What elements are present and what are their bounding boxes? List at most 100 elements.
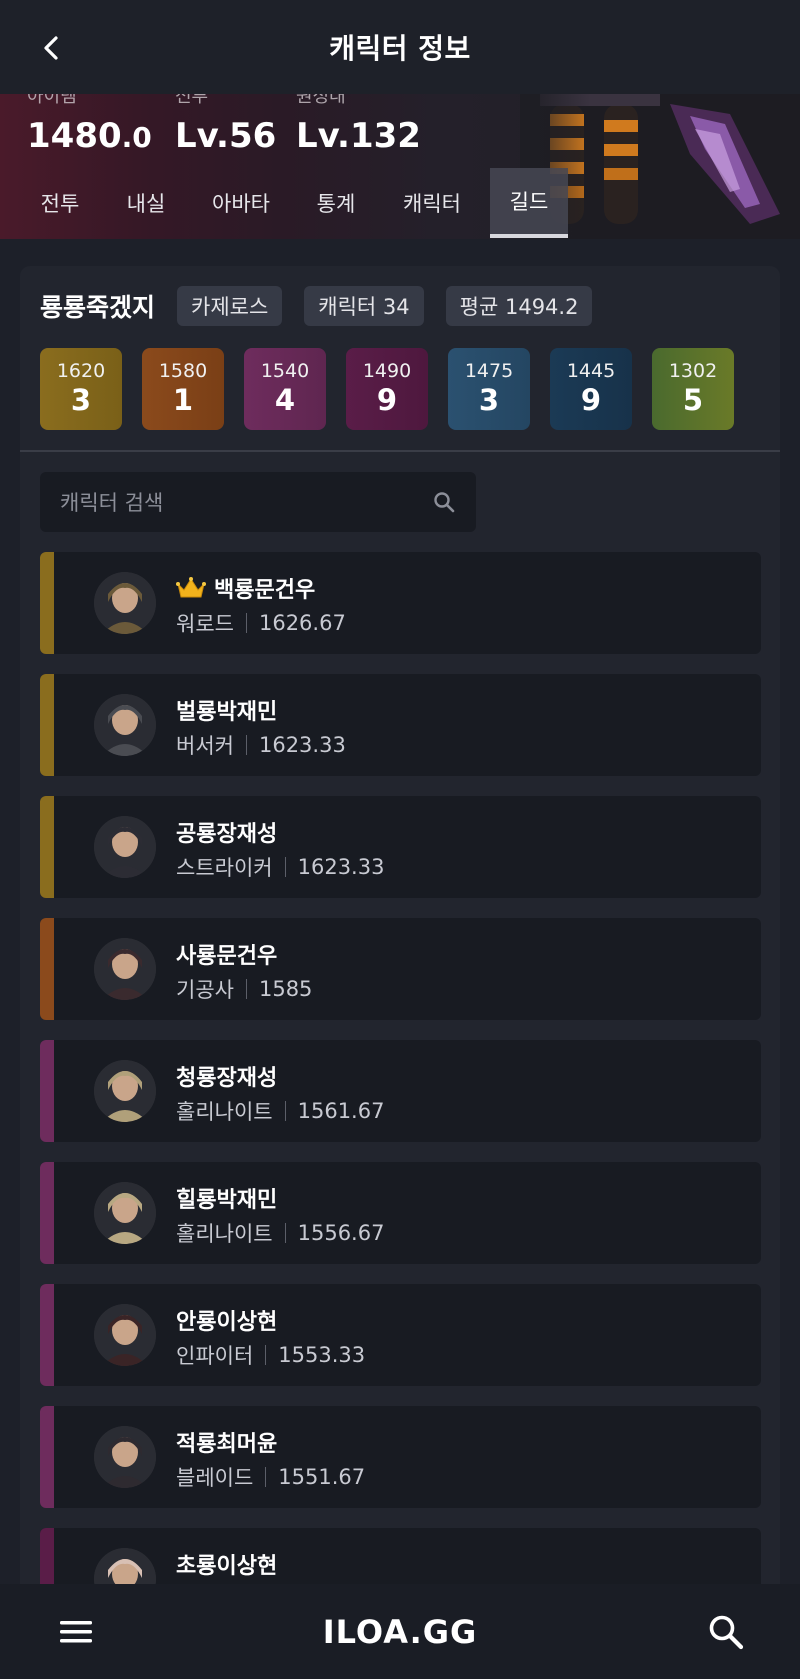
- avatar: [94, 1426, 156, 1488]
- tab-characters[interactable]: 캐릭터: [392, 168, 472, 238]
- member-item-level: 1585: [258, 977, 313, 1001]
- avatar: [94, 938, 156, 1000]
- member-name: 안룡이상현: [176, 1310, 278, 1335]
- member-item-level: 1553.33: [278, 1343, 366, 1367]
- separator: [265, 1345, 267, 1365]
- character-banner: 아이템 1480.0 전투 Lv.56 원정대 Lv.132 전투 내실 아바타…: [0, 94, 800, 239]
- chevron-left-icon: [44, 36, 58, 60]
- avatar: [94, 1060, 156, 1122]
- item-level-stat: 아이템 1480.0: [27, 94, 152, 156]
- server-badge: 카제로스: [177, 286, 283, 326]
- stat-label: 원정대: [296, 94, 346, 107]
- member-name: 적룡최머윤: [176, 1432, 278, 1457]
- character-search-input[interactable]: 캐릭터 검색: [40, 472, 476, 532]
- tier-color-bar: [40, 552, 54, 654]
- tier-color-bar: [40, 1284, 54, 1386]
- tab-bar: 전투 내실 아바타 통계 캐릭터 길드: [0, 168, 800, 238]
- stat-value: Lv.132: [296, 116, 421, 156]
- page-title: 캐릭터 정보: [329, 32, 471, 65]
- member-item-level: 1623.33: [258, 733, 346, 757]
- member-row[interactable]: 힐룡박재민 홀리나이트 1556.67: [40, 1162, 761, 1264]
- member-class: 기공사: [176, 978, 234, 1002]
- member-meta: 버서커 1623.33: [176, 730, 346, 760]
- tier-chip[interactable]: 1620 3: [40, 348, 122, 430]
- avatar: [94, 1304, 156, 1366]
- member-class: 홀리나이트: [176, 1100, 273, 1124]
- member-row[interactable]: 적룡최머윤블레이드 1551.67: [40, 1406, 761, 1508]
- tab-avatar[interactable]: 아바타: [202, 168, 280, 238]
- member-meta: 워로드 1626.67: [176, 608, 346, 638]
- tab-stats[interactable]: 통계: [306, 168, 366, 238]
- tier-color-bar: [40, 1406, 54, 1508]
- search-placeholder: 캐릭터 검색: [60, 491, 164, 515]
- tab-guild[interactable]: 길드: [490, 168, 568, 238]
- tier-chip[interactable]: 1580 1: [142, 348, 224, 430]
- avatar: [94, 1182, 156, 1244]
- member-item-level: 1626.67: [258, 611, 346, 635]
- tier-color-bar: [40, 1162, 54, 1264]
- member-name: 초룡이상현: [176, 1554, 278, 1579]
- search-icon: [434, 492, 455, 513]
- member-row[interactable]: 공룡장재성스트라이커 1623.33: [40, 796, 761, 898]
- member-class: 홀리나이트: [176, 1222, 273, 1246]
- top-app-bar: 캐릭터 정보: [0, 0, 800, 94]
- hamburger-menu-icon: [60, 1621, 92, 1643]
- member-row[interactable]: 벌룡박재민버서커 1623.33: [40, 674, 761, 776]
- level-tier-list: 1620 3 1580 1 1540 4 1490 9 1475 3 1445 9 1302…: [40, 348, 754, 430]
- crown-icon: [176, 576, 206, 600]
- guild-name: 룡룡죽겠지: [40, 293, 156, 322]
- member-class: 인파이터: [176, 1344, 254, 1368]
- member-item-level: 1551.67: [278, 1465, 366, 1489]
- tier-chip[interactable]: 1490 9: [346, 348, 428, 430]
- search-button[interactable]: [706, 1612, 746, 1652]
- roster-level-stat: 원정대 Lv.132: [296, 94, 421, 156]
- avatar: [94, 572, 156, 634]
- menu-button[interactable]: [58, 1614, 94, 1650]
- member-item-level: 1561.67: [297, 1099, 385, 1123]
- member-name: 벌룡박재민: [176, 700, 278, 725]
- page: 캐릭터 정보 아이템 1480.0 전투 Lv.56 원정대 Lv.132 전투…: [0, 0, 800, 1679]
- member-class: 버서커: [176, 734, 234, 758]
- back-button[interactable]: [32, 28, 72, 68]
- stat-label: 전투: [175, 94, 209, 107]
- tier-chip[interactable]: 1475 3: [448, 348, 530, 430]
- tab-combat[interactable]: 전투: [30, 168, 90, 238]
- stat-value: 1480.0: [27, 116, 152, 156]
- member-class: 워로드: [176, 612, 234, 636]
- member-meta: 홀리나이트 1556.67: [176, 1218, 384, 1248]
- member-name: 백룡문건우: [176, 572, 315, 604]
- member-item-level: 1623.33: [297, 855, 385, 879]
- member-meta: 홀리나이트 1561.67: [176, 1096, 384, 1126]
- guild-panel: 룡룡죽겠지 카제로스 캐릭터 34 평균 1494.2 1620 3 1580 1 …: [20, 266, 780, 1679]
- member-row[interactable]: 청룡장재성홀리나이트 1561.67: [40, 1040, 761, 1142]
- member-item-level: 1556.67: [297, 1221, 385, 1245]
- avatar: [94, 694, 156, 756]
- member-name: 사룡문건우: [176, 944, 278, 969]
- stat-value: Lv.56: [175, 116, 277, 156]
- member-row[interactable]: 백룡문건우워로드 1626.67: [40, 552, 761, 654]
- tier-chip[interactable]: 1302 5: [652, 348, 734, 430]
- tier-chip[interactable]: 1540 4: [244, 348, 326, 430]
- member-class: 블레이드: [176, 1466, 254, 1490]
- separator: [245, 613, 247, 633]
- search-icon: [709, 1615, 744, 1650]
- member-meta: 스트라이커 1623.33: [176, 852, 384, 882]
- separator: [284, 1101, 286, 1121]
- member-name: 청룡장재성: [176, 1066, 278, 1091]
- combat-level-stat: 전투 Lv.56: [175, 94, 276, 156]
- member-row[interactable]: 사룡문건우기공사 1585: [40, 918, 761, 1020]
- member-row[interactable]: 안룡이상현인파이터 1553.33: [40, 1284, 761, 1386]
- avatar: [94, 816, 156, 878]
- tab-inner[interactable]: 내실: [116, 168, 176, 238]
- member-count-badge: 캐릭터 34: [304, 286, 424, 326]
- separator: [245, 979, 247, 999]
- tier-chip[interactable]: 1445 9: [550, 348, 632, 430]
- member-name: 공룡장재성: [176, 822, 278, 847]
- member-meta: 기공사 1585: [176, 974, 312, 1004]
- site-logo[interactable]: ILOA.GG: [323, 1613, 478, 1651]
- separator: [245, 735, 247, 755]
- separator: [284, 857, 286, 877]
- member-class: 스트라이커: [176, 856, 273, 880]
- separator: [284, 1223, 286, 1243]
- tier-color-bar: [40, 918, 54, 1020]
